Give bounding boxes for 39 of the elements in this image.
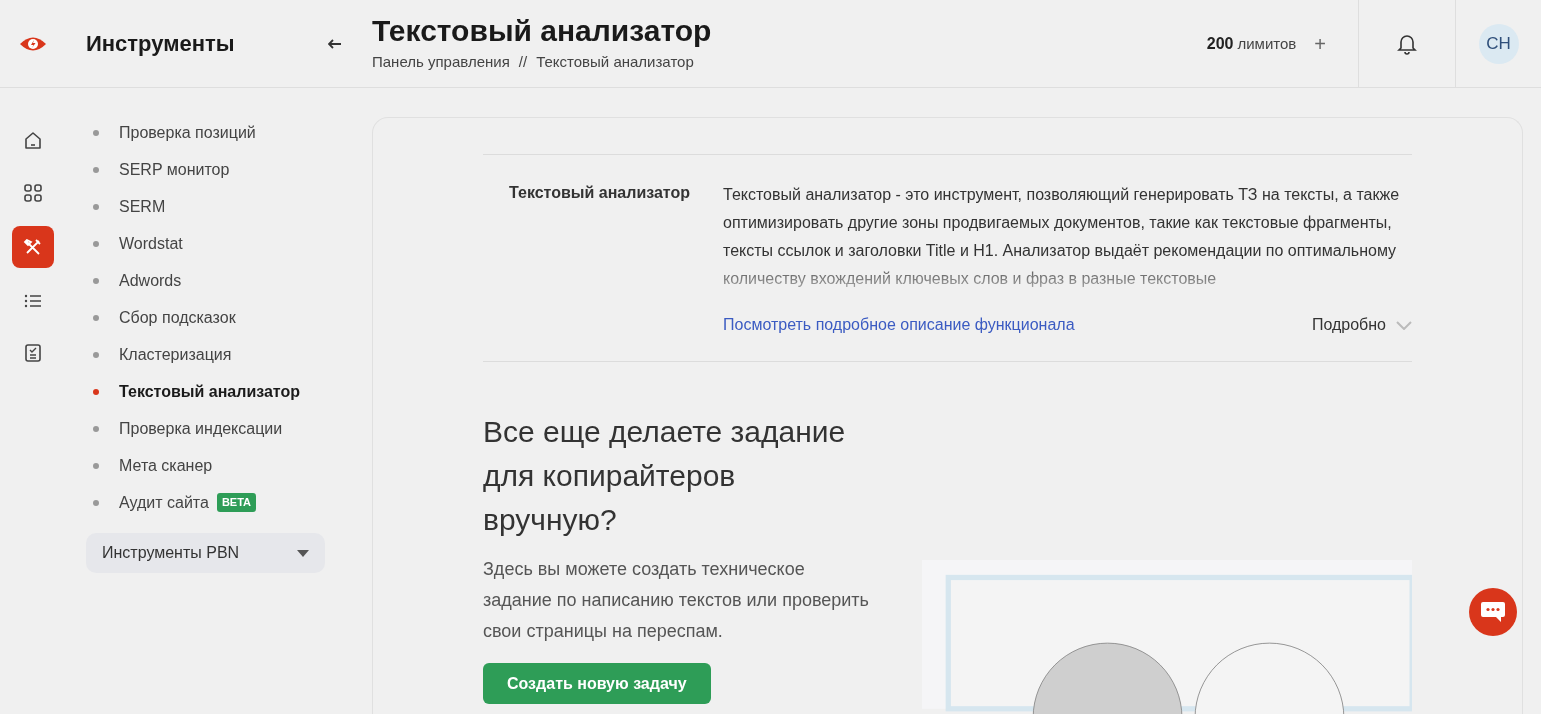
- nav-link[interactable]: Мета сканер: [119, 453, 213, 478]
- grid-icon: [22, 183, 43, 203]
- nav-link[interactable]: Adwords: [119, 268, 182, 293]
- breadcrumb-link[interactable]: Панель управления: [372, 51, 510, 74]
- nav-link[interactable]: SERP монитор: [119, 157, 230, 182]
- promo-text: Здесь вы можете создать техническое задание по написанию текстов или проверить свои страницы на переспам.: [483, 558, 870, 643]
- beta-badge: BETA: [216, 493, 257, 512]
- nav-link[interactable]: Кластеризация: [119, 342, 232, 367]
- limits-label: лимитов: [1237, 33, 1297, 54]
- back-arrow-icon: [328, 38, 342, 49]
- nav-link[interactable]: Проверка индексации: [119, 416, 283, 441]
- page-title: Текстовый анализатор: [372, 13, 713, 50]
- tools-icon: [22, 237, 43, 257]
- breadcrumb-link[interactable]: Текстовый анализатор: [536, 51, 694, 74]
- nav-link[interactable]: SERM: [119, 194, 166, 219]
- nav-link[interactable]: Проверка позиций: [119, 120, 256, 145]
- report-icon: [22, 343, 43, 363]
- about-label: Текстовый анализатор: [508, 183, 692, 203]
- nav-link[interactable]: Текстовый анализатор: [119, 379, 301, 404]
- user-avatar[interactable]: CH: [1478, 23, 1519, 64]
- add-limits-button[interactable]: +: [1314, 28, 1326, 59]
- nav-link[interactable]: Сбор подсказок: [119, 305, 236, 330]
- about-description: Текстовый анализатор - это инструмент, позволяющий генерировать ТЗ на тексты, а также оптимизировать другие зоны продвигаемых документов, такие как текстовые фрагменты, тексты ссылок и заголовки Title и H1. Анализатор выдаёт рекомендации по оптимальному количеству вхождений ключевых слов и фраз в разные текстовые: [723, 185, 1401, 289]
- promo-heading: Все еще делаете задание для копирайтеров вручную?: [483, 414, 847, 538]
- sidebar-title: Инструменты: [85, 30, 236, 58]
- chevron-icon: [1396, 320, 1412, 330]
- details-link[interactable]: Посмотреть подробное описание функционала: [723, 313, 1075, 337]
- pbn-tools-dropdown[interactable]: Инструменты PBN: [86, 533, 325, 573]
- details-toggle[interactable]: Подробно: [1311, 313, 1412, 337]
- limits-count: 200: [1206, 33, 1234, 54]
- breadcrumb-separator: //: [518, 52, 528, 73]
- nav-link[interactable]: Аудит сайта: [119, 490, 209, 515]
- bell-icon[interactable]: [1397, 32, 1417, 55]
- home-icon: [22, 131, 43, 151]
- chat-bubble-icon: [1480, 601, 1506, 623]
- rail-button[interactable]: [11, 226, 54, 268]
- dropdown-caret-icon: [297, 549, 309, 557]
- nav-link[interactable]: Wordstat: [119, 231, 183, 256]
- chat-button[interactable]: [1469, 588, 1517, 636]
